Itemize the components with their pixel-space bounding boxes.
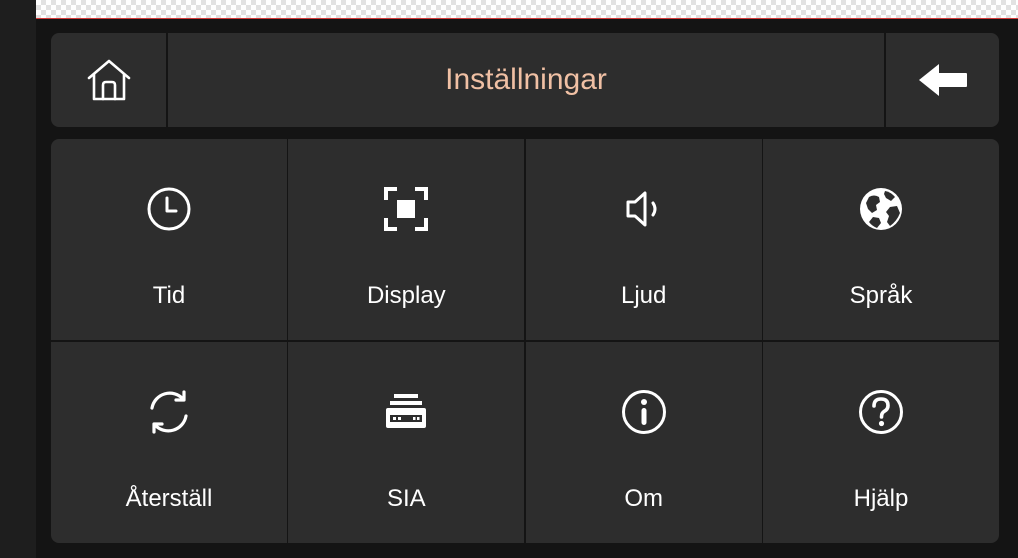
speaker-icon — [620, 185, 668, 233]
display-icon — [382, 185, 430, 233]
tile-label: Språk — [849, 282, 913, 309]
left-frame-bar — [0, 0, 36, 558]
device-icon — [382, 388, 430, 436]
tile-reset[interactable]: Återställ — [51, 342, 287, 543]
arrow-left-icon — [917, 62, 969, 98]
tile-time[interactable]: Tid — [51, 139, 287, 340]
reset-icon — [145, 388, 193, 436]
header-bar: Inställningar — [51, 33, 999, 127]
help-icon — [857, 388, 905, 436]
globe-icon — [857, 185, 905, 233]
tile-label: Återställ — [125, 485, 213, 512]
tile-help[interactable]: Hjälp — [762, 342, 999, 543]
settings-grid: Tid Display Ljud Språk Återställ SIA Om … — [51, 139, 999, 543]
tile-label: Hjälp — [853, 485, 909, 512]
back-button[interactable] — [884, 33, 999, 127]
settings-screen: Inställningar Tid Display Ljud Språk Åte… — [36, 19, 1018, 558]
tile-about[interactable]: Om — [525, 342, 762, 543]
info-icon — [620, 388, 668, 436]
tile-label: Tid — [152, 282, 186, 309]
home-icon — [85, 56, 133, 104]
home-button[interactable] — [51, 33, 168, 127]
transparency-background — [36, 0, 1018, 18]
clock-icon — [145, 185, 193, 233]
tile-label: Om — [624, 485, 663, 512]
page-title: Inställningar — [445, 63, 607, 96]
tile-sound[interactable]: Ljud — [525, 139, 762, 340]
tile-label: SIA — [386, 485, 426, 512]
tile-label: Ljud — [620, 282, 667, 309]
tile-language[interactable]: Språk — [762, 139, 999, 340]
tile-label: Display — [366, 282, 446, 309]
tile-display[interactable]: Display — [288, 139, 525, 340]
tile-sia[interactable]: SIA — [288, 342, 525, 543]
